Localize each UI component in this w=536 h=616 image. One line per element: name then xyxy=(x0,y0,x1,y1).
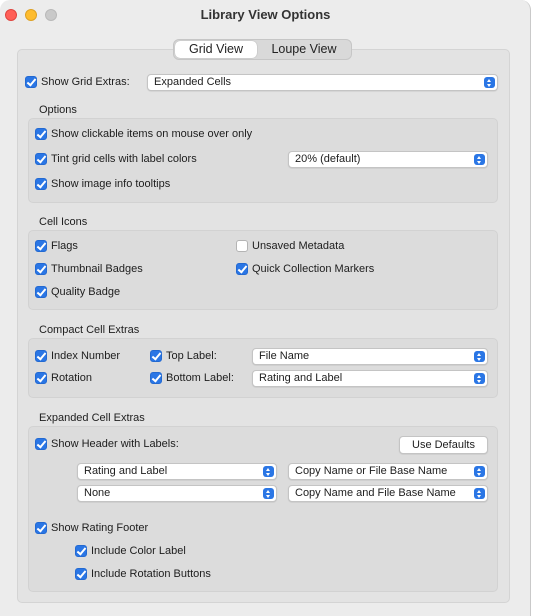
title-bar: Library View Options xyxy=(0,0,530,30)
checkbox-icon xyxy=(150,372,162,384)
header-label-3-select[interactable]: None xyxy=(77,485,277,502)
top-label-select[interactable]: File Name xyxy=(252,348,488,365)
checkbox-icon xyxy=(236,240,248,252)
checkbox-icon xyxy=(75,545,87,557)
cell-icons-header: Cell Icons xyxy=(39,216,88,228)
compact-cell-extras-section xyxy=(28,338,498,398)
header-label-4-value: Copy Name and File Base Name xyxy=(295,487,456,499)
bottom-label-select[interactable]: Rating and Label xyxy=(252,370,488,387)
tab-loupe-view[interactable]: Loupe View xyxy=(259,41,349,58)
top-label-checkbox[interactable]: Top Label: xyxy=(150,349,230,365)
show-clickable-label: Show clickable items on mouse over only xyxy=(51,128,253,140)
top-label-label: Top Label: xyxy=(166,350,217,362)
header-label-2-select[interactable]: Copy Name or File Base Name xyxy=(288,463,488,480)
rotation-label: Rotation xyxy=(51,372,92,384)
checkbox-icon xyxy=(236,263,248,275)
thumbnail-badges-checkbox[interactable]: Thumbnail Badges xyxy=(35,262,155,278)
expanded-cell-extras-header: Expanded Cell Extras xyxy=(39,412,145,424)
checkbox-icon xyxy=(35,153,47,165)
include-color-label-checkbox[interactable]: Include Color Label xyxy=(75,544,205,560)
grid-extras-select[interactable]: Expanded Cells xyxy=(147,74,498,91)
checkbox-icon xyxy=(35,350,47,362)
grid-extras-value: Expanded Cells xyxy=(154,76,232,88)
show-rating-footer-label: Show Rating Footer xyxy=(51,522,149,534)
bottom-label-checkbox[interactable]: Bottom Label: xyxy=(150,371,245,387)
header-label-3-value: None xyxy=(84,487,111,499)
bottom-label-value: Rating and Label xyxy=(259,372,343,384)
quick-collection-markers-checkbox[interactable]: Quick Collection Markers xyxy=(236,262,391,278)
checkbox-icon xyxy=(35,522,47,534)
checkbox-icon xyxy=(35,286,47,298)
include-color-label-label: Include Color Label xyxy=(91,545,186,557)
library-view-options-window: Library View Options Grid View Loupe Vie… xyxy=(0,0,531,616)
popup-arrows-icon xyxy=(474,154,485,165)
show-grid-extras-checkbox[interactable]: Show Grid Extras: xyxy=(25,75,140,91)
quality-badge-checkbox[interactable]: Quality Badge xyxy=(35,285,135,301)
tint-amount-select[interactable]: 20% (default) xyxy=(288,151,488,168)
popup-arrows-icon xyxy=(263,488,274,499)
top-label-value: File Name xyxy=(259,350,310,362)
show-header-labels-checkbox[interactable]: Show Header with Labels: xyxy=(35,437,195,453)
popup-arrows-icon xyxy=(474,488,485,499)
popup-arrows-icon xyxy=(474,373,485,384)
bottom-label-label: Bottom Label: xyxy=(166,372,234,384)
index-number-checkbox[interactable]: Index Number xyxy=(35,349,135,365)
checkbox-icon xyxy=(75,568,87,580)
checkbox-icon xyxy=(35,438,47,450)
checkbox-icon xyxy=(35,372,47,384)
popup-arrows-icon xyxy=(474,466,485,477)
quick-collection-markers-label: Quick Collection Markers xyxy=(252,263,375,275)
show-header-labels-label: Show Header with Labels: xyxy=(51,438,179,450)
quality-badge-label: Quality Badge xyxy=(51,286,121,298)
show-rating-footer-checkbox[interactable]: Show Rating Footer xyxy=(35,521,165,537)
show-grid-extras-label: Show Grid Extras: xyxy=(41,76,130,88)
options-header: Options xyxy=(39,104,77,116)
popup-arrows-icon xyxy=(484,77,495,88)
show-clickable-checkbox[interactable]: Show clickable items on mouse over only xyxy=(35,127,275,143)
show-tooltips-label: Show image info tooltips xyxy=(51,178,171,190)
show-tooltips-checkbox[interactable]: Show image info tooltips xyxy=(35,177,185,193)
popup-arrows-icon xyxy=(263,466,274,477)
popup-arrows-icon xyxy=(474,351,485,362)
header-label-4-select[interactable]: Copy Name and File Base Name xyxy=(288,485,488,502)
include-rotation-buttons-label: Include Rotation Buttons xyxy=(91,568,211,580)
flags-checkbox[interactable]: Flags xyxy=(35,239,95,255)
tint-grid-checkbox[interactable]: Tint grid cells with label colors xyxy=(35,152,220,168)
checkbox-icon xyxy=(35,178,47,190)
checkbox-icon xyxy=(35,263,47,275)
rotation-checkbox[interactable]: Rotation xyxy=(35,371,115,387)
checkbox-icon xyxy=(35,128,47,140)
header-label-2-value: Copy Name or File Base Name xyxy=(295,465,448,477)
checkbox-icon xyxy=(35,240,47,252)
header-label-1-select[interactable]: Rating and Label xyxy=(77,463,277,480)
index-number-label: Index Number xyxy=(51,350,121,362)
tint-grid-label: Tint grid cells with label colors xyxy=(51,153,197,165)
compact-cell-extras-header: Compact Cell Extras xyxy=(39,324,140,336)
header-label-1-value: Rating and Label xyxy=(84,465,168,477)
tab-grid-view[interactable]: Grid View xyxy=(175,41,257,58)
checkbox-icon xyxy=(25,76,37,88)
tint-amount-value: 20% (default) xyxy=(295,153,361,165)
flags-label: Flags xyxy=(51,240,78,252)
include-rotation-buttons-checkbox[interactable]: Include Rotation Buttons xyxy=(75,567,230,583)
use-defaults-button[interactable]: Use Defaults xyxy=(399,436,488,454)
checkbox-icon xyxy=(150,350,162,362)
view-tabs: Grid View Loupe View xyxy=(173,39,352,60)
thumbnail-badges-label: Thumbnail Badges xyxy=(51,263,143,275)
unsaved-metadata-checkbox[interactable]: Unsaved Metadata xyxy=(236,239,356,255)
window-title: Library View Options xyxy=(200,7,331,22)
unsaved-metadata-label: Unsaved Metadata xyxy=(252,240,345,252)
